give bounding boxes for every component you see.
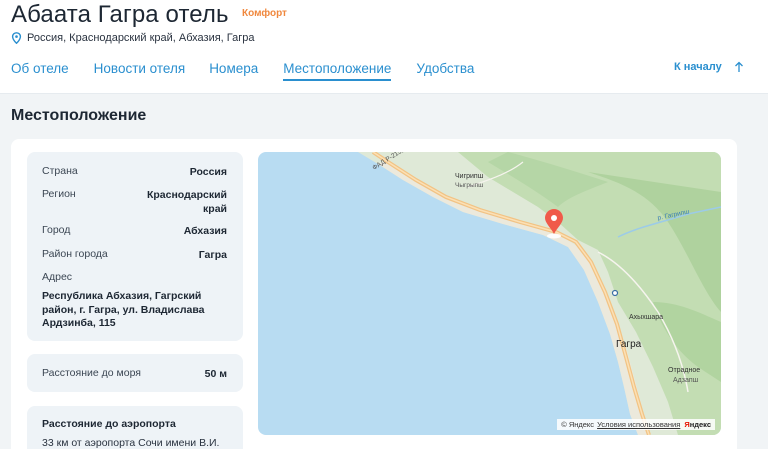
address-value: Республика Абхазия, Гагрский район, г. Г…: [42, 290, 205, 329]
arrow-up-icon: [734, 61, 743, 72]
map-terms-link[interactable]: Условия использования: [597, 420, 680, 429]
hotel-title: Абаата Гагра отель: [11, 1, 229, 28]
sea-distance-label: Расстояние до моря: [42, 367, 141, 379]
hotel-header: Абаата Гагра отель Комфорт Россия, Красн…: [0, 0, 768, 94]
address-label: Адрес: [42, 271, 73, 283]
sea-distance-value: 50 м: [204, 368, 227, 380]
back-to-top-button[interactable]: К началу: [674, 61, 744, 73]
yandex-logo-rest: ндекс: [689, 420, 711, 429]
airport-distance-card: Расстояние до аэропорта 33 км от аэропор…: [27, 406, 243, 449]
map-label-chigripsh: Чигрипш: [455, 173, 484, 180]
sea-distance-card: Расстояние до моря 50 м: [27, 354, 243, 392]
tab-amenities[interactable]: Удобства: [416, 61, 474, 81]
region-label: Регион: [42, 188, 76, 200]
location-details-card: Страна Россия Регион Краснодарский край …: [27, 152, 243, 341]
district-value: Гагра: [198, 249, 227, 261]
city-label: Город: [42, 224, 71, 236]
map-copyright: © Яндекс: [561, 420, 595, 429]
airport-distance-text: 33 км от аэропорта Сочи имени В.И.: [42, 437, 220, 449]
city-value: Абхазия: [183, 225, 227, 237]
back-to-top-label: К началу: [674, 61, 722, 73]
tab-news[interactable]: Новости отеля: [94, 61, 186, 81]
hotel-tabs: Об отеле Новости отеля Номера Местополож…: [11, 61, 499, 81]
map-credits: © Яндекс Условия использования Яндекс: [557, 419, 715, 430]
map-label-akhyshara: Ахыхшара: [629, 314, 663, 321]
category-badge: Комфорт: [242, 8, 287, 19]
map-label-chigripsh-alt: Чыгрыпш: [455, 182, 483, 189]
country-value: Россия: [189, 166, 227, 178]
map-canvas: ФАД Р-215, Сухумское ш. Чигрипш Чыгрыпш …: [358, 152, 721, 435]
district-label: Район города: [42, 248, 108, 260]
hotel-address: Россия, Краснодарский край, Абхазия, Гаг…: [11, 32, 255, 44]
hotel-address-text: Россия, Краснодарский край, Абхазия, Гаг…: [27, 32, 255, 44]
location-pin-icon: [11, 32, 22, 44]
airport-distance-title: Расстояние до аэропорта: [42, 418, 176, 430]
region-value: Краснодарский край: [146, 189, 227, 215]
country-label: Страна: [42, 165, 78, 177]
tab-about[interactable]: Об отеле: [11, 61, 69, 81]
yandex-logo[interactable]: Яндекс: [684, 420, 711, 429]
map-label-adzapsh: Адзапш: [673, 377, 699, 384]
tab-rooms[interactable]: Номера: [209, 61, 258, 81]
section-title: Местоположение: [11, 107, 147, 124]
map-label-otradnoe: Отрадное: [668, 367, 700, 374]
map-label-gagra: Гагра: [616, 339, 642, 350]
tab-location[interactable]: Местоположение: [283, 61, 392, 81]
location-map[interactable]: ФАД Р-215, Сухумское ш. Чигрипш Чыгрыпш …: [258, 152, 721, 435]
